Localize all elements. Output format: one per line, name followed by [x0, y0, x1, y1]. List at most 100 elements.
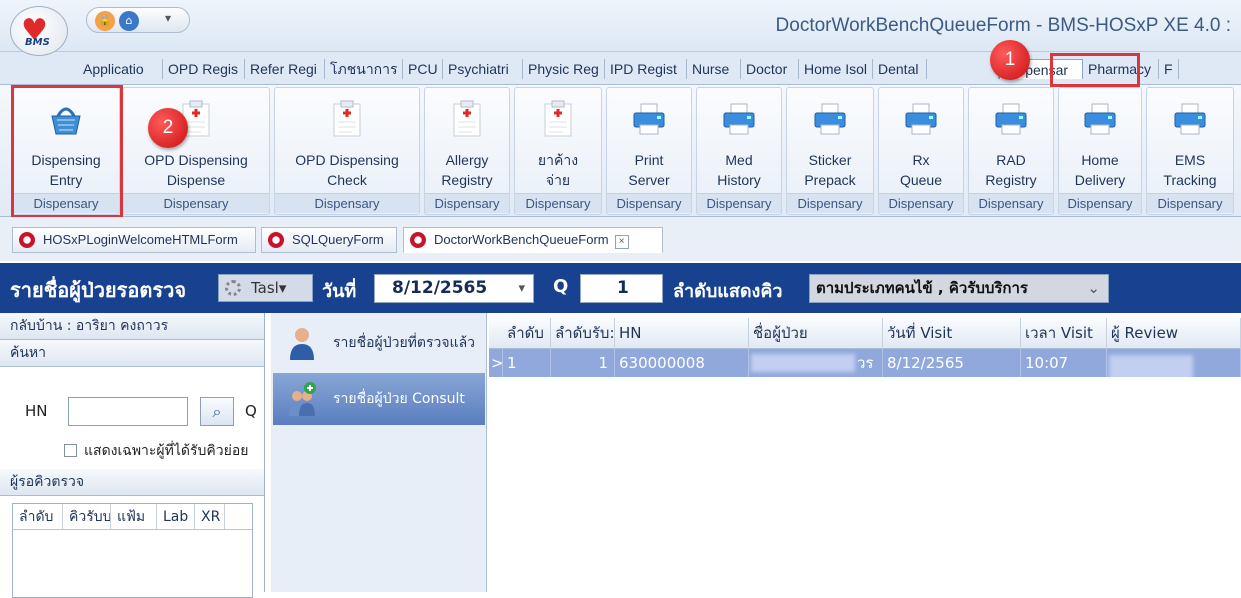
- ribbon-tab[interactable]: [927, 59, 999, 79]
- lock-icon[interactable]: 🔒: [95, 11, 115, 31]
- sticker-prepack-button[interactable]: Sticker Prepack Dispensary: [786, 87, 874, 215]
- ribbon-button-label: ยาค้าง จ่าย: [537, 152, 579, 188]
- cell-patient-name: วร: [749, 349, 883, 377]
- printer-icon: [1174, 103, 1206, 135]
- med-history-button[interactable]: Med History Dispensary: [696, 87, 782, 215]
- queue-title: รายชื่อผู้ป่วยรอตรวจ: [10, 278, 187, 302]
- doc-tab-sql[interactable]: SQLQueryForm: [261, 227, 397, 253]
- ribbon-tab[interactable]: Psychiatri: [443, 59, 523, 79]
- subqueue-checkbox-label: แสดงเฉพาะผู้ที่ได้รับคิวย่อย: [84, 443, 249, 459]
- clipboard-icon: [453, 100, 481, 137]
- doc-tab-label: DoctorWorkBenchQueueForm: [434, 232, 609, 247]
- ribbon-group-caption: Dispensary: [697, 193, 781, 213]
- search-header[interactable]: ค้นหา: [0, 340, 264, 367]
- date-label: วันที่: [322, 281, 357, 302]
- ribbon-tab[interactable]: IPD Regist: [605, 59, 687, 79]
- rad-registry-button[interactable]: RAD Registry Dispensary: [968, 87, 1054, 215]
- redacted-reviewer: [1109, 355, 1193, 377]
- basket-icon: [51, 107, 81, 135]
- app-logo-button[interactable]: ♥ BMS: [10, 6, 68, 56]
- dropdown-icon[interactable]: ▾: [518, 275, 525, 302]
- ribbon-group-caption: Dispensary: [879, 193, 963, 213]
- dispensing-entry-button[interactable]: Dispensing Entry Dispensary: [12, 87, 120, 215]
- ribbon-tab[interactable]: Physic Reg: [523, 59, 605, 79]
- ribbon-tab-bar: Applicatio OPD Regis Refer Regi โภชนาการ PCU…: [0, 52, 1241, 85]
- ribbon-tab[interactable]: โภชนาการ: [325, 59, 403, 79]
- opd-dispensing-check-button[interactable]: OPD Dispensing Check Dispensary: [274, 87, 420, 215]
- ribbon-tab[interactable]: Doctor: [741, 59, 799, 79]
- col-header[interactable]: แฟ้ม: [111, 504, 157, 529]
- cell-reviewer: [1107, 349, 1241, 377]
- gear-icon: [225, 280, 241, 296]
- ribbon-tab[interactable]: Pharmacy: [1083, 59, 1159, 79]
- ribbon-group-caption: Dispensary: [275, 193, 419, 213]
- clipboard-icon: [333, 100, 361, 137]
- close-icon[interactable]: ×: [614, 235, 629, 249]
- nav-examined-patients[interactable]: รายชื่อผู้ป่วยที่ตรวจแล้ว: [273, 317, 485, 369]
- ribbon-tab[interactable]: Applicatio: [78, 59, 163, 79]
- ribbon-tab[interactable]: Nurse: [687, 59, 741, 79]
- title-bar: ♥ BMS 🔒 ⌂ ▾ DoctorWorkBenchQueueForm - B…: [0, 0, 1241, 56]
- print-server-button[interactable]: Print Server Dispensary: [606, 87, 692, 215]
- ribbon-tab[interactable]: OPD Regis: [163, 59, 245, 79]
- ribbon-tab[interactable]: Refer Regi: [245, 59, 325, 79]
- col-header[interactable]: ลำดับ: [13, 504, 63, 529]
- q-value: 1: [617, 278, 629, 298]
- ribbon-button-label: EMS Tracking: [1163, 152, 1217, 188]
- nav-panel: รายชื่อผู้ป่วยที่ตรวจแล้ว รายชื่อผู้ป่วย…: [271, 313, 487, 592]
- col-hn[interactable]: HN: [615, 318, 749, 349]
- queue-section-header[interactable]: ผู้รอคิวตรวจ: [0, 469, 264, 496]
- printer-icon: [995, 103, 1027, 135]
- col-patient-name[interactable]: ชื่อผู้ป่วย: [749, 318, 883, 349]
- doctor-icon: [290, 328, 314, 360]
- ems-tracking-button[interactable]: EMS Tracking Dispensary: [1146, 87, 1234, 215]
- waiting-queue-grid[interactable]: ลำดับ คิวรับบ แฟ้ม Lab XR: [12, 503, 253, 598]
- nav-consult-patients[interactable]: รายชื่อผู้ป่วย Consult: [273, 373, 485, 425]
- chevron-down-icon[interactable]: ⌄: [1087, 275, 1100, 302]
- ribbon-group-caption: Dispensary: [787, 193, 873, 213]
- col-header[interactable]: XR: [195, 504, 225, 529]
- q-input[interactable]: 1: [580, 274, 663, 303]
- date-picker[interactable]: 8/12/2565 ▾: [374, 274, 534, 303]
- subqueue-checkbox[interactable]: [64, 444, 77, 457]
- bms-icon: [19, 232, 35, 248]
- hn-input[interactable]: [68, 397, 188, 426]
- sort-label: ลำดับแสดงคิว: [673, 281, 783, 302]
- printer-icon: [814, 103, 846, 135]
- queue-grid-header: ลำดับ คิวรับบ แฟ้ม Lab XR: [13, 504, 252, 530]
- rx-queue-button[interactable]: Rx Queue Dispensary: [878, 87, 964, 215]
- ribbon-button-label: RAD Registry: [985, 152, 1037, 188]
- col-seq[interactable]: ลำดับ: [503, 318, 551, 349]
- col-reviewer[interactable]: ผู้ Review: [1107, 318, 1241, 349]
- search-icon[interactable]: ⌕: [200, 397, 234, 426]
- doc-tab-workbench[interactable]: DoctorWorkBenchQueueForm ×: [403, 227, 663, 253]
- bms-icon: [410, 232, 426, 248]
- task-button[interactable]: Tasl▾: [218, 274, 313, 302]
- doc-tab-label: HOSxPLoginWelcomeHTMLForm: [43, 232, 238, 247]
- col-header[interactable]: คิวรับบ: [63, 504, 111, 529]
- doc-tab-login[interactable]: HOSxPLoginWelcomeHTMLForm: [12, 227, 256, 253]
- allergy-registry-button[interactable]: Allergy Registry Dispensary: [424, 87, 510, 215]
- ribbon-tab[interactable]: F: [1159, 59, 1179, 79]
- col-visit-time[interactable]: เวลา Visit: [1021, 318, 1107, 349]
- ribbon-tab[interactable]: Home Isol: [799, 59, 873, 79]
- table-row[interactable]: > 1 1 630000008 วร 8/12/2565 10:07: [489, 349, 1241, 377]
- drug-owed-button[interactable]: ยาค้าง จ่าย Dispensary: [514, 87, 602, 215]
- ribbon-button-label: Print Server: [628, 152, 670, 188]
- col-visit-date[interactable]: วันที่ Visit: [883, 318, 1021, 349]
- ribbon-tab[interactable]: PCU: [403, 59, 443, 79]
- cell-visit-date: 8/12/2565: [883, 349, 1021, 377]
- opd-dispensing-dispense-button[interactable]: OPD Dispensing Dispense Dispensary: [122, 87, 270, 215]
- ribbon-button-label: Home Delivery: [1074, 152, 1126, 188]
- col-header[interactable]: Lab: [157, 504, 195, 529]
- customize-toolbar-icon[interactable]: ▾: [165, 11, 171, 25]
- col-recv-seq[interactable]: ลำดับรับ:: [551, 318, 615, 349]
- ribbon-group-caption: Dispensary: [515, 193, 601, 213]
- sort-select[interactable]: ตามประเภทคนไข้ , คิวรับบริการ ⌄: [809, 274, 1109, 303]
- home-delivery-button[interactable]: Home Delivery Dispensary: [1058, 87, 1142, 215]
- home-icon[interactable]: ⌂: [119, 11, 139, 31]
- ribbon-tab[interactable]: Dental: [873, 59, 927, 79]
- search-panel: HN ⌕ Q แสดงเฉพาะผู้ที่ได้รับคิวย่อย: [0, 367, 264, 467]
- patient-grid[interactable]: ลำดับ ลำดับรับ: HN ชื่อผู้ป่วย วันที่ Vi…: [489, 318, 1241, 592]
- window-title: DoctorWorkBenchQueueForm - BMS-HOSxP XE …: [775, 15, 1231, 36]
